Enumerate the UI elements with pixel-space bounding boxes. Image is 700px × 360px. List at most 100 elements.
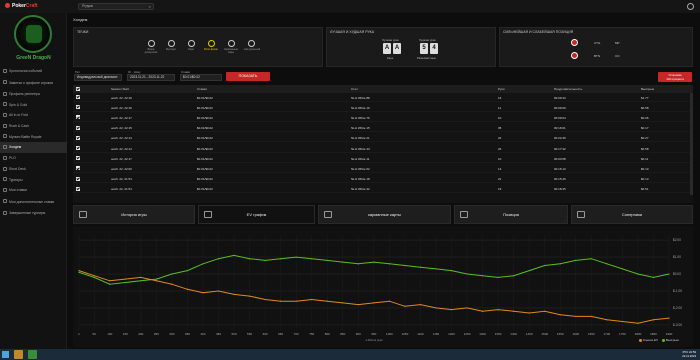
folder-icon[interactable] [14, 350, 23, 359]
col-hands[interactable]: Руки [498, 87, 505, 91]
col-stakes[interactable]: Ставки [197, 87, 207, 91]
sidebar-item-notes[interactable]: Заметки о профиле игроков [0, 77, 67, 89]
sidebar-item-replayer[interactable]: Профиль реплеера [0, 89, 67, 100]
data-point [373, 302, 375, 304]
hand-fullhouse[interactable]: Фулхаус [164, 40, 178, 51]
table-row[interactable]: нояб. 22, 22:17 $0.01/$0.02 NLH White 76 10… [73, 113, 693, 122]
sidebar-item-extra-bets[interactable]: Мои дополнительные ставки [0, 196, 67, 208]
sidebar-nav: Хронология событий Заметки о профиле игр… [0, 66, 67, 218]
tab-ev-graph[interactable]: EV график [198, 205, 315, 224]
tab-game-history[interactable]: История игры [73, 205, 195, 224]
table-row[interactable]: нояб. 22, 22:15 $0.01/$0.02 NLH White 15 35… [73, 124, 693, 133]
row-checkbox[interactable] [76, 135, 80, 140]
table-scrollbar[interactable] [690, 93, 693, 195]
x-tick-label: 1100 [417, 332, 424, 336]
data-point [497, 276, 499, 279]
data-point [93, 275, 95, 277]
table-cell: 00:17:32 [554, 146, 566, 151]
table-row[interactable]: нояб. 22, 22:16 $0.01/$0.02 NLH White 88 16… [73, 93, 693, 102]
sidebar-item-my-bets[interactable]: Мои ставки [0, 185, 67, 196]
hand-royal-flush[interactable]: Роял-флеш [204, 40, 218, 51]
tab-position[interactable]: Позиция [454, 205, 568, 224]
col-session-start[interactable]: Session Start [111, 87, 129, 91]
data-point [435, 307, 437, 309]
account-icon[interactable] [687, 3, 694, 10]
filter-date-input[interactable]: 2023.11.21 - 2023.11.22 [127, 74, 175, 81]
sidebar: GreeN DragoN Хронология событий Заметки … [0, 13, 67, 349]
table-cell: нояб. 22, 22:16 [111, 105, 132, 110]
table-row[interactable]: нояб. 22, 21:54 $0.01/$0.02 NLH White 32 19… [73, 185, 693, 194]
search-input[interactable]: Я руки ⌕ [78, 3, 154, 10]
pokercraft-taskbar-icon[interactable] [28, 350, 37, 359]
select-all-checkbox[interactable] [76, 87, 80, 91]
data-point [140, 280, 142, 282]
best-hand-sub: Каре [387, 56, 394, 60]
data-point [311, 298, 313, 301]
filter-stakes-select[interactable]: $0.01/$0.02 [180, 74, 222, 81]
sidebar-item-finished-tournaments[interactable]: Завершенные турниры [0, 208, 67, 219]
table-row[interactable]: нояб. 22, 21:54 $0.01/$0.02 NLH White 18 21… [73, 175, 693, 184]
hand-pocket-pairs[interactable]: Карманные пары [224, 40, 238, 54]
sidebar-item-label: Rush & Cash [9, 124, 29, 129]
hand-dealer[interactable]: Ваша дилерская [144, 40, 158, 54]
cards-icon [3, 145, 7, 150]
table-row[interactable]: нояб. 22, 22:14 $0.01/$0.02 NLH White 43 26… [73, 144, 693, 153]
col-table[interactable]: Стол [351, 87, 358, 91]
table-cell: 00:09:04 [554, 115, 566, 120]
row-checkbox[interactable] [76, 105, 80, 110]
filter-type-select[interactable]: Индивидуальный диапазон [74, 74, 122, 81]
sidebar-item-label: Холдем [9, 145, 22, 150]
col-duration[interactable]: Продолжительность [554, 87, 582, 91]
row-checkbox[interactable] [76, 156, 80, 161]
table-row[interactable]: нояб. 22, 22:14 $0.01/$0.02 NLH White 21 24… [73, 134, 693, 143]
sidebar-item-timeline[interactable]: Хронология событий [0, 66, 67, 77]
avatar[interactable] [14, 15, 52, 53]
sidebar-item-battle-royale[interactable]: Мульти Battle Royale [0, 131, 67, 142]
table-cell: 26 [498, 146, 502, 151]
install-button[interactable]: Установка 102 процента [658, 72, 692, 82]
tab-opponents[interactable]: Соперники [571, 205, 693, 224]
table-row[interactable]: нояб. 22, 22:00 $0.01/$0.02 NLH White 62 14… [73, 164, 693, 173]
position-co: CO [615, 54, 620, 58]
table-cell: NLH White 21 [351, 136, 370, 141]
table-row[interactable]: нояб. 22, 22:16 $0.01/$0.02 NLH White 16 11… [73, 103, 693, 112]
row-checkbox[interactable] [76, 95, 80, 99]
sidebar-item-rush-cash[interactable]: Rush & Cash [0, 121, 67, 132]
spin-icon [3, 102, 7, 107]
sidebar-item-short-deck[interactable]: Short Deck [0, 164, 67, 175]
sidebar-item-label: Профиль реплеера [9, 92, 40, 97]
windows-start-icon[interactable] [2, 351, 9, 358]
show-button[interactable]: ПОКАЗАТЬ [226, 72, 270, 81]
tab-label: EV график [246, 212, 267, 217]
grid-icon [324, 211, 332, 218]
sidebar-item-holdem[interactable]: Холдем [0, 142, 67, 153]
table-cell: нояб. 22, 22:17 [111, 115, 132, 120]
x-tick-label: 1650 [588, 332, 595, 336]
install-sub: 102 процента [666, 77, 684, 81]
sidebar-item-spin-gold[interactable]: Spin & Gold [0, 99, 67, 110]
data-point [202, 263, 204, 265]
sidebar-item-allin-fold[interactable]: All in or Fold [0, 110, 67, 121]
sidebar-item-plo[interactable]: PLO [0, 153, 67, 164]
play-icon [3, 91, 7, 96]
row-checkbox[interactable] [76, 186, 80, 191]
table-cell: NLH White 88 [351, 95, 370, 100]
data-point [171, 283, 173, 285]
row-checkbox[interactable] [76, 166, 80, 171]
col-winnings[interactable]: Выигрыш [641, 87, 654, 91]
hand-natural[interactable]: Натуральный [244, 40, 260, 51]
x-tick-label: 1250 [464, 332, 471, 336]
tab-pocket-cards[interactable]: карманные карты [318, 205, 451, 224]
hand-quads[interactable]: Каре [184, 40, 198, 51]
table-cell: 35 [498, 126, 502, 131]
x-tick-label: 1150 [433, 332, 440, 336]
table-row[interactable]: нояб. 22, 22:17 $0.01/$0.02 NLH White 11 10… [73, 154, 693, 163]
table-cell: NLH White 62 [351, 166, 370, 171]
row-checkbox[interactable] [76, 115, 80, 120]
row-checkbox[interactable] [76, 176, 80, 181]
data-point [621, 320, 623, 323]
row-checkbox[interactable] [76, 125, 80, 130]
search-icon[interactable]: ⌕ [149, 4, 151, 9]
row-checkbox[interactable] [76, 146, 80, 150]
sidebar-item-tournaments[interactable]: Турниры [0, 174, 67, 185]
